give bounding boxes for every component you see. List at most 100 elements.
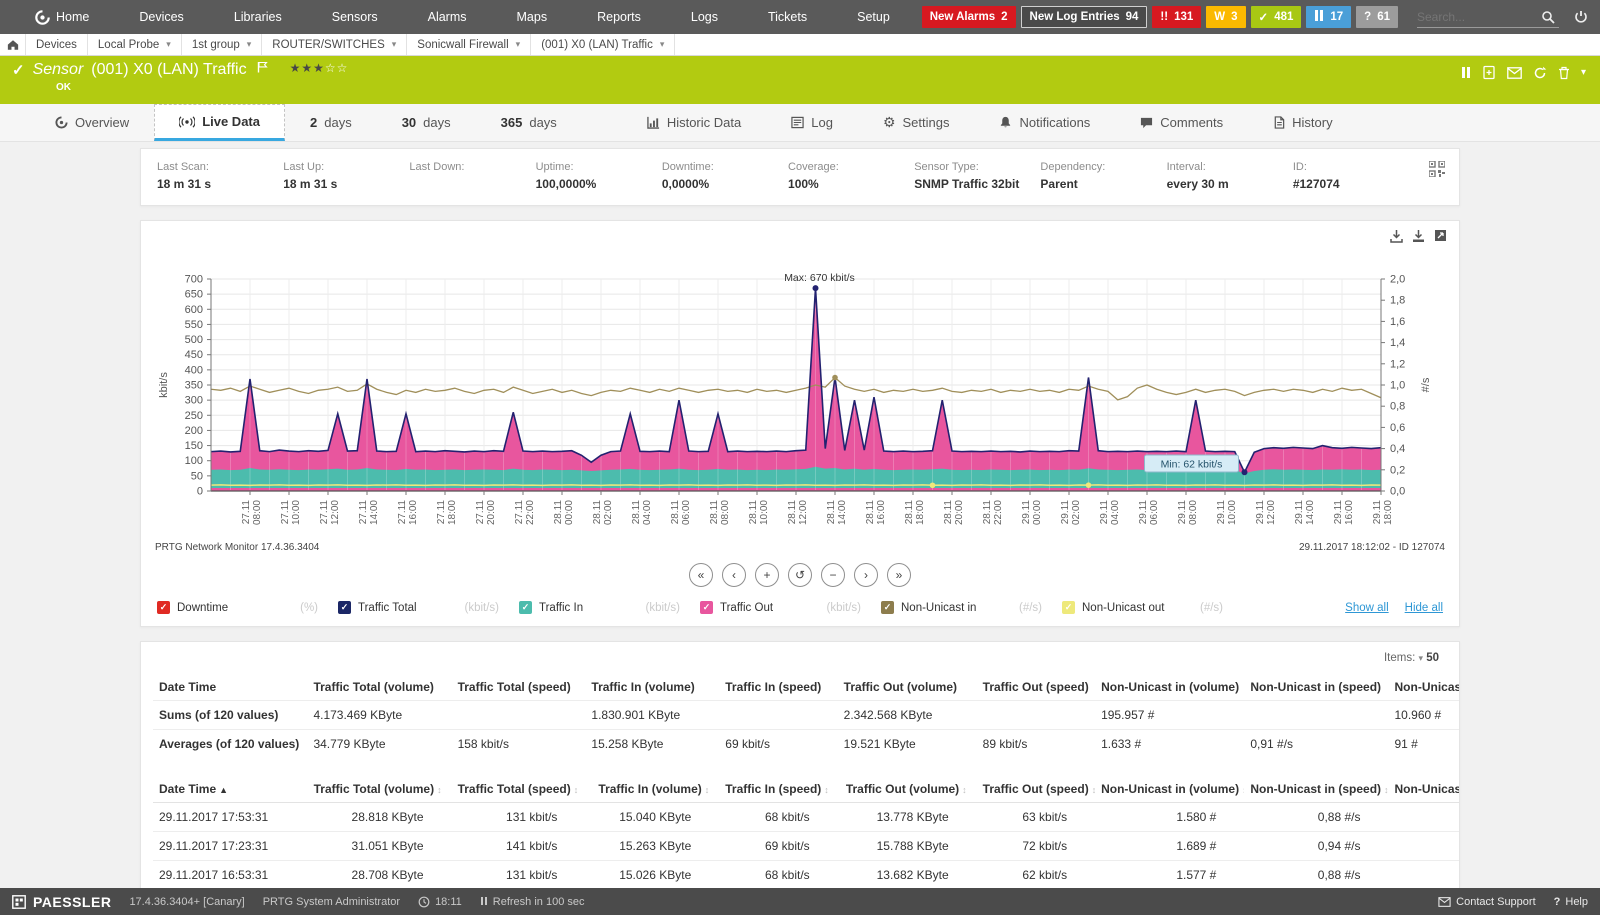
tab-365-days[interactable]: 365days bbox=[476, 104, 582, 141]
legend-item[interactable]: Traffic Out (kbit/s) bbox=[700, 601, 881, 614]
tab-log[interactable]: Log bbox=[766, 104, 858, 141]
tab-settings[interactable]: ⚙ Settings bbox=[858, 104, 975, 141]
column-header[interactable]: Non-Unicast out (volume)↕ bbox=[1389, 776, 1461, 803]
breadcrumb-home[interactable] bbox=[0, 34, 26, 55]
star-empty-icon[interactable]: ☆ bbox=[325, 61, 337, 75]
pause-sensor-icon[interactable] bbox=[1461, 67, 1471, 78]
breadcrumb-item[interactable]: Devices bbox=[26, 34, 88, 55]
contact-support-link[interactable]: Contact Support bbox=[1438, 896, 1536, 908]
pause-refresh-icon[interactable] bbox=[480, 896, 488, 908]
breadcrumb-item[interactable]: 1st group ▾ bbox=[182, 34, 262, 55]
column-header[interactable]: Traffic Out (speed)↕ bbox=[977, 776, 1095, 803]
show-all-link[interactable]: Show all bbox=[1345, 602, 1388, 614]
new-log-entries-badge[interactable]: New Log Entries 94 bbox=[1021, 6, 1148, 28]
column-header[interactable]: Traffic In (speed)↕ bbox=[719, 776, 837, 803]
search-icon[interactable] bbox=[1537, 10, 1559, 24]
download-image-icon[interactable] bbox=[1390, 227, 1403, 245]
add-sensor-icon[interactable] bbox=[1482, 65, 1496, 80]
logged-in-user[interactable]: PRTG System Administrator bbox=[263, 896, 400, 908]
legend-checkbox[interactable] bbox=[700, 601, 713, 614]
nav-item-tickets[interactable]: Tickets bbox=[743, 0, 832, 34]
error-sensors-badge[interactable]: !! 131 bbox=[1152, 6, 1201, 28]
priority-flag-icon[interactable] bbox=[257, 58, 268, 76]
chevron-down-icon[interactable]: ▾ bbox=[516, 39, 521, 50]
nav-item-reports[interactable]: Reports bbox=[572, 0, 666, 34]
chart-zoom-button[interactable]: › bbox=[854, 563, 878, 587]
items-per-page-select[interactable]: Items: ▾ 50 bbox=[153, 648, 1447, 674]
chevron-down-icon[interactable]: ▾ bbox=[660, 39, 665, 50]
column-header[interactable]: Non-Unicast in (speed)↕ bbox=[1244, 776, 1388, 803]
search-input[interactable] bbox=[1417, 10, 1537, 24]
legend-checkbox[interactable] bbox=[519, 601, 532, 614]
legend-checkbox[interactable] bbox=[157, 601, 170, 614]
column-header[interactable]: Traffic In (volume)↕ bbox=[585, 776, 719, 803]
legend-item[interactable]: Non-Unicast out (#/s) bbox=[1062, 601, 1243, 614]
column-header[interactable]: Traffic Total (volume)↕ bbox=[307, 776, 451, 803]
star-filled-icon[interactable]: ★ bbox=[290, 61, 302, 75]
chart-zoom-button[interactable]: + bbox=[755, 563, 779, 587]
nav-item-logs[interactable]: Logs bbox=[666, 0, 743, 34]
chevron-down-icon[interactable]: ▾ bbox=[166, 39, 171, 50]
nav-item-home[interactable]: Home bbox=[10, 0, 114, 34]
tab-2-days[interactable]: 2days bbox=[285, 104, 377, 141]
chevron-down-icon[interactable]: ▾ bbox=[392, 39, 397, 50]
svg-text:16:00: 16:00 bbox=[876, 500, 887, 525]
paessler-brand[interactable]: PAESSLER bbox=[12, 894, 111, 910]
column-header[interactable]: Traffic Out (volume)↕ bbox=[838, 776, 977, 803]
chevron-down-icon[interactable]: ▾ bbox=[247, 39, 252, 50]
tab-live-data[interactable]: Live Data bbox=[154, 104, 285, 141]
warning-sensors-badge[interactable]: W 3 bbox=[1206, 6, 1245, 28]
table-cell: 0,91 #/s bbox=[1244, 730, 1388, 759]
ok-sensors-badge[interactable]: ✓ 481 bbox=[1251, 6, 1302, 28]
expand-chart-icon[interactable] bbox=[1434, 227, 1447, 245]
legend-item[interactable]: Traffic Total (kbit/s) bbox=[338, 601, 519, 614]
column-header[interactable]: Non-Unicast in (volume)↕ bbox=[1095, 776, 1244, 803]
legend-item[interactable]: Downtime (%) bbox=[157, 601, 338, 614]
delete-icon[interactable] bbox=[1558, 66, 1570, 80]
legend-checkbox[interactable] bbox=[1062, 601, 1075, 614]
tab-notifications[interactable]: Notifications bbox=[974, 104, 1115, 141]
help-link[interactable]: ? Help bbox=[1554, 896, 1588, 908]
star-filled-icon[interactable]: ★ bbox=[313, 61, 325, 75]
star-filled-icon[interactable]: ★ bbox=[301, 61, 313, 75]
more-actions-chevron-icon[interactable]: ▾ bbox=[1581, 67, 1586, 78]
tab-historic-data[interactable]: Historic Data bbox=[622, 104, 766, 141]
nav-item-sensors[interactable]: Sensors bbox=[307, 0, 403, 34]
tab-history[interactable]: History bbox=[1248, 104, 1357, 141]
nav-item-alarms[interactable]: Alarms bbox=[403, 0, 492, 34]
unknown-sensors-badge[interactable]: ? 61 bbox=[1356, 6, 1398, 28]
nav-item-libraries[interactable]: Libraries bbox=[209, 0, 307, 34]
chart-zoom-button[interactable]: − bbox=[821, 563, 845, 587]
new-alarms-badge[interactable]: New Alarms 2 bbox=[922, 6, 1016, 28]
legend-item[interactable]: Non-Unicast in (#/s) bbox=[881, 601, 1062, 614]
chart-zoom-button[interactable]: ‹ bbox=[722, 563, 746, 587]
column-header[interactable]: Traffic Total (speed)↕ bbox=[452, 776, 586, 803]
tab-30-days[interactable]: 30days bbox=[377, 104, 476, 141]
tab-comments[interactable]: Comments bbox=[1115, 104, 1248, 141]
notification-trigger-icon[interactable] bbox=[1507, 67, 1522, 79]
qr-code-icon[interactable] bbox=[1419, 161, 1445, 191]
nav-item-maps[interactable]: Maps bbox=[492, 0, 573, 34]
chart-zoom-button[interactable]: « bbox=[689, 563, 713, 587]
star-empty-icon[interactable]: ☆ bbox=[337, 61, 349, 75]
breadcrumb-item[interactable]: Local Probe ▾ bbox=[88, 34, 182, 55]
logout-icon[interactable] bbox=[1570, 10, 1592, 24]
paused-sensors-badge[interactable]: 17 bbox=[1306, 6, 1351, 28]
refresh-icon[interactable] bbox=[1533, 66, 1547, 80]
tab-overview[interactable]: Overview bbox=[30, 104, 154, 141]
legend-checkbox[interactable] bbox=[881, 601, 894, 614]
breadcrumb-item[interactable]: Sonicwall Firewall ▾ bbox=[407, 34, 531, 55]
breadcrumb-item[interactable]: ROUTER/SWITCHES ▾ bbox=[262, 34, 407, 55]
chart-zoom-button[interactable]: » bbox=[887, 563, 911, 587]
legend-checkbox[interactable] bbox=[338, 601, 351, 614]
download-data-icon[interactable] bbox=[1412, 227, 1425, 245]
priority-stars[interactable]: ★★★☆☆ bbox=[290, 59, 349, 77]
hide-all-link[interactable]: Hide all bbox=[1405, 602, 1443, 614]
breadcrumb-item[interactable]: (001) X0 (LAN) Traffic ▾ bbox=[531, 34, 675, 55]
chart-zoom-button[interactable]: ↺ bbox=[788, 563, 812, 587]
refresh-countdown[interactable]: Refresh in 100 sec bbox=[480, 896, 585, 908]
legend-item[interactable]: Traffic In (kbit/s) bbox=[519, 601, 700, 614]
nav-item-setup[interactable]: Setup bbox=[832, 0, 915, 34]
column-header[interactable]: Date Time▲ bbox=[153, 776, 307, 803]
nav-item-devices[interactable]: Devices bbox=[114, 0, 208, 34]
